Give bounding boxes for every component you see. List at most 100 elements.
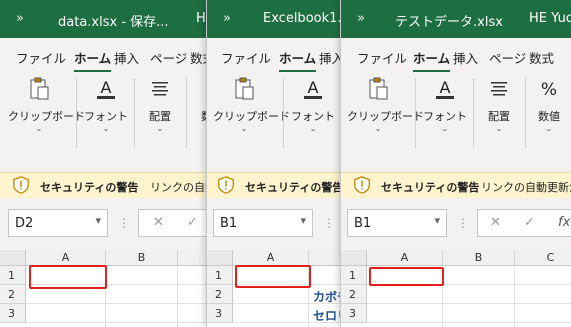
chevron-down-icon[interactable]: ⌄	[481, 124, 517, 133]
title-bar[interactable]: » テストデータ.xlsx HE Yuc	[341, 0, 571, 38]
tab-page-layout[interactable]: ページ	[150, 48, 187, 67]
row-header[interactable]: 2	[0, 285, 26, 304]
sheet-grid[interactable]: A B C 1 2 3	[341, 250, 571, 327]
tab-home[interactable]: ホーム	[413, 48, 451, 73]
font-icon: A	[304, 78, 322, 99]
clipboard-group[interactable]: クリップボード ⌄	[8, 74, 85, 133]
cancel-icon[interactable]: ✕	[153, 215, 164, 230]
tab-page-layout[interactable]: ページ	[489, 48, 526, 67]
svg-text:A: A	[440, 78, 451, 97]
name-box-value: D2	[15, 216, 34, 231]
column-header[interactable]: A	[367, 250, 443, 266]
chevron-down-icon[interactable]: ⌄	[142, 124, 178, 133]
number-group[interactable]: % 数値 ⌄	[531, 74, 567, 133]
select-all-corner[interactable]	[341, 250, 367, 266]
chevron-down-icon[interactable]: ⌄	[84, 124, 128, 133]
font-label: フォント	[84, 110, 128, 123]
excel-window-excelbook1[interactable]: » Excelbook1.xlsx ファイル ホーム 挿入 クリップボード ⌄ …	[207, 0, 347, 327]
quick-access-chevron-icon[interactable]: »	[223, 11, 231, 26]
font-group[interactable]: A フォント ⌄	[291, 74, 335, 133]
spacer	[207, 164, 347, 172]
title-bar[interactable]: » data.xlsx - 保存... HE	[0, 0, 220, 38]
spacer	[207, 198, 347, 206]
sheet-grid[interactable]: A 1 2 3 カボチャ セロリ	[207, 250, 347, 327]
row-header[interactable]: 2	[207, 285, 233, 304]
font-group[interactable]: A フォント ⌄	[84, 74, 128, 133]
column-header[interactable]: C	[515, 250, 571, 266]
cancel-icon[interactable]: ✕	[490, 215, 501, 230]
quick-access-chevron-icon[interactable]: »	[16, 11, 24, 26]
chevron-down-icon[interactable]: ⌄	[291, 124, 335, 133]
name-box[interactable]: B1 ▾	[347, 209, 447, 237]
tab-insert[interactable]: 挿入	[114, 48, 139, 67]
title-bar[interactable]: » Excelbook1.xlsx	[207, 0, 347, 38]
selected-cell-highlight[interactable]	[29, 265, 107, 289]
tab-file[interactable]: ファイル	[16, 48, 66, 67]
clipboard-icon	[369, 77, 388, 100]
chevron-down-icon[interactable]: ⌄	[8, 124, 70, 133]
row-header[interactable]: 3	[0, 304, 26, 323]
divider	[134, 78, 135, 148]
shield-warning-icon	[13, 176, 29, 194]
security-warning-bar: セキュリティの警告	[207, 172, 347, 200]
font-group[interactable]: A フォント ⌄	[423, 74, 467, 133]
clipboard-group[interactable]: クリップボード ⌄	[213, 74, 290, 133]
tab-file[interactable]: ファイル	[357, 48, 407, 67]
row-header[interactable]: 3	[207, 304, 233, 323]
chevron-down-icon[interactable]: ⌄	[347, 124, 409, 133]
security-warning-title: セキュリティの警告	[40, 181, 139, 194]
dropdown-icon[interactable]: ▾	[434, 214, 440, 227]
column-header[interactable]: A	[26, 250, 106, 266]
quick-access-chevron-icon[interactable]: »	[357, 11, 365, 26]
clipboard-group[interactable]: クリップボード ⌄	[347, 74, 424, 133]
tab-insert[interactable]: 挿入	[453, 48, 478, 67]
enter-icon[interactable]: ✓	[524, 215, 535, 230]
name-box[interactable]: B1 ▾	[213, 209, 313, 237]
ribbon: クリップボード ⌄ A フォント ⌄ 配置 ⌄ 数値	[0, 72, 220, 165]
dropdown-icon[interactable]: ▾	[95, 214, 101, 227]
spacer	[0, 242, 220, 250]
name-box[interactable]: D2 ▾	[8, 209, 108, 237]
sheet-grid[interactable]: A B 1 2 3	[0, 250, 220, 327]
column-header[interactable]: B	[443, 250, 515, 266]
tab-file[interactable]: ファイル	[221, 48, 271, 67]
formula-bar: B1 ▾ ⋮	[207, 206, 347, 242]
row-header[interactable]: 2	[341, 285, 367, 304]
more-dots-icon[interactable]: ⋮	[457, 216, 469, 230]
chevron-down-icon[interactable]: ⌄	[531, 124, 567, 133]
excel-window-data[interactable]: » data.xlsx - 保存... HE ファイル ホーム 挿入 ページ 数…	[0, 0, 220, 327]
user-name: HE Yuc	[529, 11, 571, 26]
window-title: テストデータ.xlsx	[395, 15, 503, 30]
tab-home[interactable]: ホーム	[74, 48, 112, 73]
chevron-down-icon[interactable]: ⌄	[213, 124, 275, 133]
column-header[interactable]: B	[106, 250, 178, 266]
align-icon	[152, 82, 168, 96]
row-header[interactable]: 1	[207, 266, 233, 285]
column-header[interactable]: A	[233, 250, 309, 266]
alignment-group[interactable]: 配置 ⌄	[481, 74, 517, 133]
more-dots-icon[interactable]: ⋮	[118, 216, 130, 230]
window-title: Excelbook1.xlsx	[263, 11, 347, 26]
tab-formulas[interactable]: 数式	[529, 48, 554, 67]
dropdown-icon[interactable]: ▾	[300, 214, 306, 227]
select-all-corner[interactable]	[207, 250, 233, 266]
chevron-down-icon[interactable]: ⌄	[423, 124, 467, 133]
row-header[interactable]: 1	[341, 266, 367, 285]
security-warning-bar: セキュリティの警告 リンクの自動更新が無効にされました	[0, 172, 220, 200]
clipboard-label: クリップボード	[213, 110, 290, 123]
row-header[interactable]: 1	[0, 266, 26, 285]
insert-function-icon[interactable]: fx	[558, 215, 570, 230]
select-all-corner[interactable]	[0, 250, 26, 266]
shield-warning-icon	[218, 176, 234, 194]
divider	[186, 78, 187, 148]
selected-cell-highlight[interactable]	[235, 265, 311, 288]
more-dots-icon[interactable]: ⋮	[323, 216, 335, 230]
alignment-group[interactable]: 配置 ⌄	[142, 74, 178, 133]
font-icon: A	[97, 78, 115, 99]
selected-cell-highlight[interactable]	[369, 267, 444, 286]
row-header[interactable]: 3	[341, 304, 367, 323]
divider	[525, 78, 526, 148]
tab-home[interactable]: ホーム	[279, 48, 317, 73]
enter-icon[interactable]: ✓	[187, 215, 198, 230]
excel-window-testdata[interactable]: » テストデータ.xlsx HE Yuc ファイル ホーム 挿入 ページ 数式 …	[341, 0, 571, 327]
